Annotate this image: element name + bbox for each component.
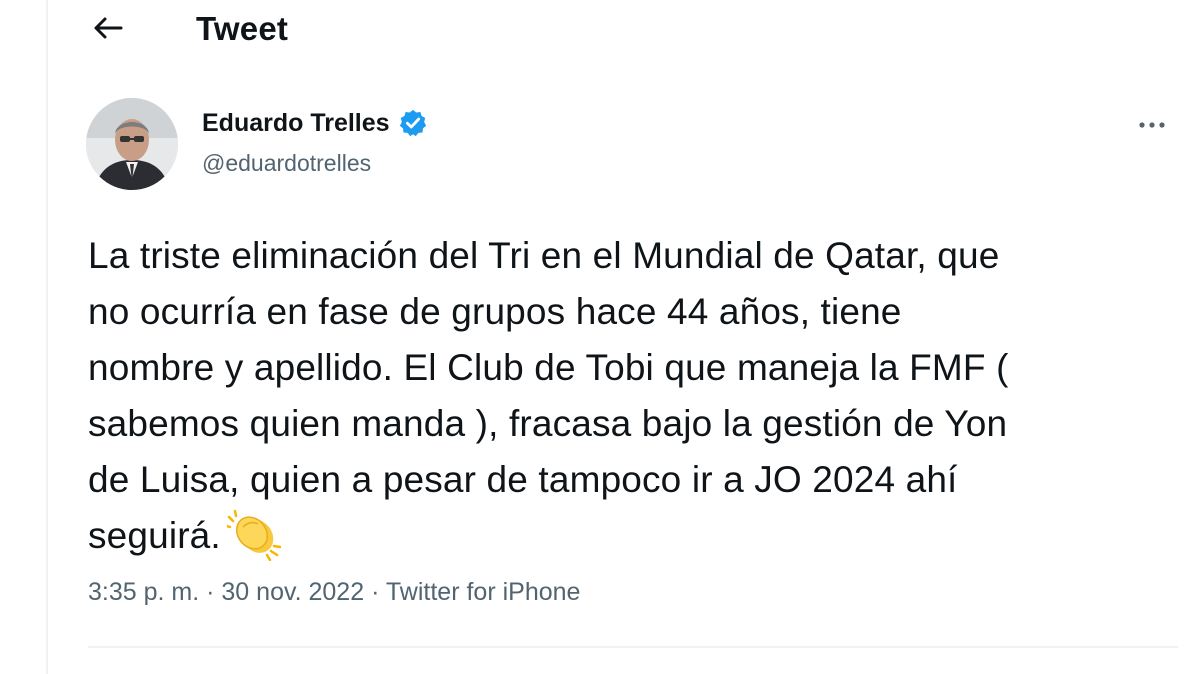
- tweet-text-last-line: seguirá.: [88, 508, 1178, 565]
- back-button[interactable]: [88, 8, 128, 48]
- tweet-date[interactable]: 30 nov. 2022: [221, 578, 364, 606]
- verified-badge-icon: [399, 109, 426, 137]
- tweet-text-line: nombre y apellido. El Club de Tobi que m…: [88, 347, 1009, 388]
- meta-separator: ·: [371, 578, 380, 606]
- arrow-left-icon: [94, 17, 123, 39]
- author-name: Eduardo Trelles: [202, 108, 390, 137]
- tweet-text: La triste eliminación del Tri en el Mund…: [88, 228, 1178, 565]
- page-title: Tweet: [196, 10, 289, 47]
- avatar-image: [86, 98, 178, 190]
- tweet-text-line: sabemos quien manda ), fracasa bajo la g…: [88, 403, 1008, 444]
- tweet-source[interactable]: Twitter for iPhone: [386, 578, 581, 606]
- tweet-text-line: no ocurría en fase de grupos hace 44 año…: [88, 291, 902, 332]
- tweet-text-line: La triste eliminación del Tri en el Mund…: [88, 235, 1000, 276]
- meta-separator: ·: [206, 578, 215, 606]
- tweet-text-line: de Luisa, quien a pesar de tampoco ir a …: [88, 459, 958, 500]
- author-name-link[interactable]: Eduardo Trelles: [202, 108, 428, 138]
- more-options-button[interactable]: [1132, 110, 1172, 140]
- more-horizontal-icon: [1139, 122, 1165, 128]
- tweet-page: Tweet Eduardo Trelles @eduardotrelles La…: [0, 0, 1200, 674]
- avatar[interactable]: [86, 98, 178, 190]
- tweet-text-line: seguirá.: [88, 515, 221, 556]
- column-divider: [46, 0, 48, 674]
- tweet-header: Tweet: [48, 0, 1200, 60]
- clapping-hands-icon: [226, 509, 281, 562]
- tweet-time[interactable]: 3:35 p. m.: [88, 578, 199, 606]
- tweet-author: Eduardo Trelles @eduardotrelles: [86, 98, 1176, 194]
- author-handle[interactable]: @eduardotrelles: [202, 150, 371, 177]
- divider: [88, 646, 1178, 648]
- tweet-metadata: 3:35 p. m. · 30 nov. 2022 · Twitter for …: [88, 578, 580, 607]
